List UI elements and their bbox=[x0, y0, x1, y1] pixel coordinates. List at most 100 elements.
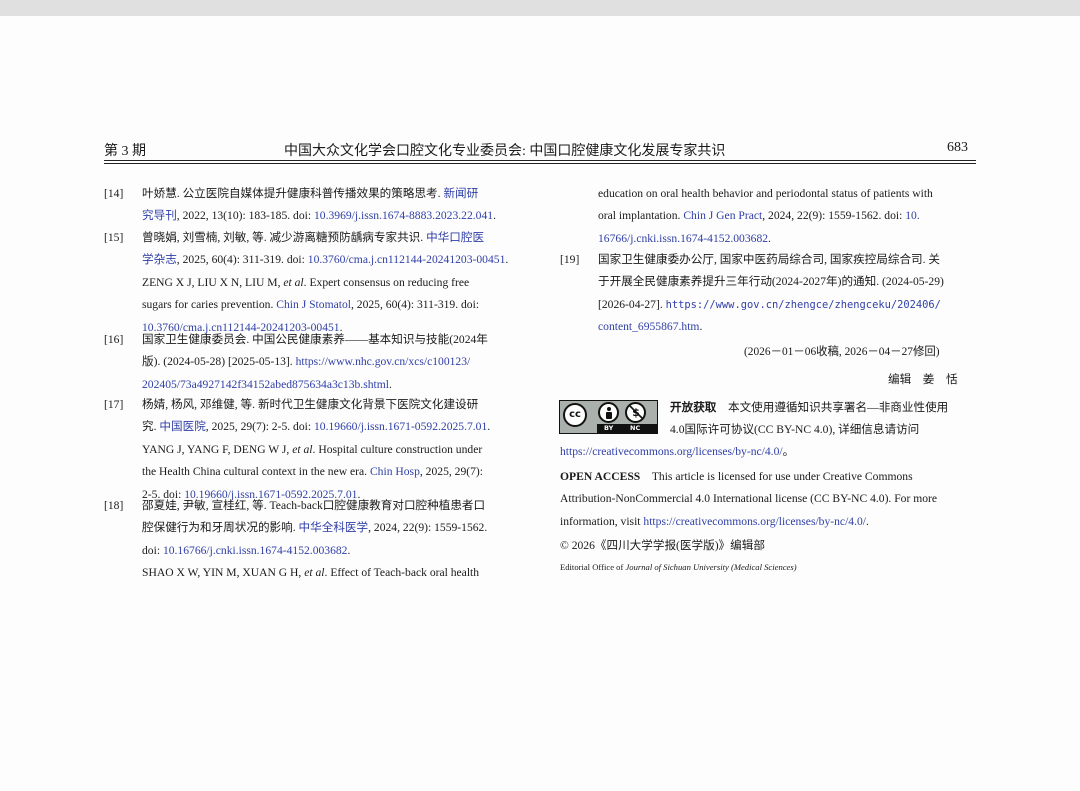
link-text[interactable]: https://creativecommons.org/licenses/by-… bbox=[643, 515, 866, 528]
text-span: Attribution-NonCommercial 4.0 Internatio… bbox=[560, 492, 938, 506]
reference-body: 杨婧, 杨风, 邓维健, 等. 新时代卫生健康文化背景下医院文化建设研究. 中国… bbox=[142, 394, 525, 506]
text-span: [2026-04-27]. bbox=[598, 297, 666, 311]
reference-body: 国家卫生健康委办公厅, 国家中医药局综合司, 国家疾控局综合司. 关于开展全民健… bbox=[598, 249, 980, 339]
text-span: . Expert consensus on reducing free bbox=[303, 275, 470, 289]
text-span: ZENG X J, LIU X N, LIU M, bbox=[142, 275, 284, 289]
text-span: et al bbox=[292, 442, 313, 456]
text-span: , 2025, 60(4): 311-319. doi: bbox=[350, 298, 480, 312]
text-span: 4.0国际许可协议(CC BY-NC 4.0), 详细信息请访问 bbox=[670, 423, 920, 437]
text-span: education on oral health behavior and pe… bbox=[598, 187, 933, 200]
text-line: https://creativecommons.org/licenses/by-… bbox=[560, 441, 980, 463]
reference-body: 叶娇慧. 公立医院自媒体提升健康科普传播效果的策略思考. 新闻研究导刊, 202… bbox=[142, 183, 525, 228]
link-text[interactable]: 10.3760/cma.j.cn112144-20241203-00451 bbox=[308, 253, 506, 266]
top-gray-bar bbox=[0, 0, 1080, 16]
link-text[interactable]: https://www.gov.cn/zhengce/zhengceku/202… bbox=[666, 299, 941, 311]
link-text[interactable]: 10.19660/j.issn.1671-0592.2025.7.01 bbox=[314, 420, 487, 433]
link-text[interactable]: 10.3969/j.issn.1674-8883.2023.22.041 bbox=[314, 209, 493, 222]
text-span: YANG J, YANG F, DENG W J, bbox=[142, 442, 293, 456]
cc-logo-icon: cc bbox=[563, 403, 587, 427]
open-access-english: OPEN ACCESS This article is licensed for… bbox=[560, 466, 980, 533]
header-rule-thick bbox=[104, 160, 976, 161]
text-span: 邵夏娃, 尹敏, 宣桂红, 等. Teach-back口腔健康教育对口腔种植患者… bbox=[142, 499, 486, 512]
text-span: 杨婧, 杨风, 邓维健, 等. 新时代卫生健康文化背景下医院文化建设研 bbox=[142, 398, 479, 411]
text-line: 叶娇慧. 公立医院自媒体提升健康科普传播效果的策略思考. 新闻研 bbox=[142, 183, 525, 205]
link-text[interactable]: Chin J Gen Pract bbox=[683, 209, 762, 222]
reference-number: [17] bbox=[104, 398, 124, 411]
text-span: . bbox=[768, 231, 771, 245]
text-line: ZENG X J, LIU X N, LIU M, et al. Expert … bbox=[142, 272, 525, 294]
text-span: et al bbox=[283, 275, 304, 289]
running-title: 中国大众文化学会口腔文化专业委员会: 中国口腔健康文化发展专家共识 bbox=[284, 144, 726, 159]
reference-continuation: education on oral health behavior and pe… bbox=[598, 183, 980, 250]
text-span: doi: bbox=[142, 543, 163, 557]
label-strong: OPEN ACCESS bbox=[560, 470, 641, 483]
text-line: OPEN ACCESS This article is licensed for… bbox=[560, 466, 980, 488]
text-span: . bbox=[388, 377, 392, 391]
link-text[interactable]: 16766/j.cnki.issn.1674-4152.003682 bbox=[598, 232, 768, 245]
header-rule-thin bbox=[104, 163, 976, 164]
text-span: 国家卫生健康委办公厅, 国家中医药局综合司, 国家疾控局综合司. 关 bbox=[598, 253, 941, 266]
text-line: 杨婧, 杨风, 邓维健, 等. 新时代卫生健康文化背景下医院文化建设研 bbox=[142, 394, 525, 416]
text-span: , 2024, 22(9): 1559-1562. bbox=[368, 521, 488, 535]
link-text[interactable]: 10. bbox=[905, 209, 920, 222]
link-text[interactable]: 10.16766/j.cnki.issn.1674-4152.003682 bbox=[163, 544, 348, 557]
link-text[interactable]: 中华全科医学 bbox=[299, 521, 369, 534]
link-text[interactable]: content_6955867.htm bbox=[598, 320, 699, 333]
by-label: BY bbox=[604, 424, 614, 432]
text-line: information, visit https://creativecommo… bbox=[560, 511, 980, 533]
text-span: . Effect of Teach-back oral health bbox=[324, 566, 480, 580]
text-span: . bbox=[347, 543, 351, 557]
cc-by-nc-badge: cc $ BY NC bbox=[559, 400, 658, 434]
text-line: 腔保健行为和牙周状况的影响. 中华全科医学, 2024, 22(9): 1559… bbox=[142, 517, 525, 539]
text-span: Editorial Office of bbox=[560, 562, 626, 572]
text-line: 曾晓娟, 刘雪楠, 刘敏, 等. 减少游离糖预防龋病专家共识. 中华口腔医 bbox=[142, 227, 525, 249]
text-span: sugars for caries prevention. bbox=[142, 298, 277, 312]
text-span: . bbox=[487, 420, 491, 434]
link-text[interactable]: 学杂志 bbox=[142, 253, 177, 266]
text-line: doi: 10.16766/j.cnki.issn.1674-4152.0036… bbox=[142, 540, 525, 562]
reference-number: [19] bbox=[560, 253, 580, 266]
text-line: [2026-04-27]. https://www.gov.cn/zhengce… bbox=[598, 294, 980, 316]
text-span: et al bbox=[304, 566, 325, 580]
editorial-office-text: Editorial Office of Journal of Sichuan U… bbox=[560, 562, 797, 572]
text-span: 本文使用遵循知识共享署名—非商业性使用 bbox=[716, 401, 949, 414]
link-text[interactable]: 202405/73a4927142f34152abed875634a3c13b.… bbox=[142, 378, 389, 391]
text-span: 曾晓娟, 刘雪楠, 刘敏, 等. 减少游离糖预防龋病专家共识. bbox=[142, 231, 427, 244]
text-span: . bbox=[866, 514, 869, 528]
text-line: 学杂志, 2025, 60(4): 311-319. doi: 10.3760/… bbox=[142, 249, 525, 271]
text-line: content_6955867.htm. bbox=[598, 316, 980, 338]
text-span: , 2025, 60(4): 311-319. doi: bbox=[176, 253, 308, 267]
text-line: oral implantation. Chin J Gen Pract, 202… bbox=[598, 205, 980, 227]
editorial-office-line: Editorial Office of Journal of Sichuan U… bbox=[560, 557, 980, 577]
text-span: SHAO X W, YIN M, XUAN G H, bbox=[142, 566, 305, 580]
text-line: education on oral health behavior and pe… bbox=[598, 183, 980, 205]
link-text[interactable]: 中华口腔医 bbox=[426, 231, 484, 244]
link-text[interactable]: Chin Hosp bbox=[370, 465, 420, 478]
link-text[interactable]: https://www.nhc.gov.cn/xcs/c100123/ bbox=[296, 355, 471, 368]
text-line: 邵夏娃, 尹敏, 宣桂红, 等. Teach-back口腔健康教育对口腔种植患者… bbox=[142, 495, 525, 517]
text-span: oral implantation. bbox=[598, 209, 684, 223]
text-line: 版). (2024-05-28) [2025-05-13]. https://w… bbox=[142, 351, 525, 373]
link-text[interactable]: 新闻研 bbox=[443, 187, 478, 200]
text-span: the Health China cultural context in the… bbox=[142, 465, 370, 479]
link-text[interactable]: 中国医院 bbox=[159, 420, 205, 433]
link-text[interactable]: Chin J Stomatol bbox=[276, 298, 351, 311]
text-span: 版). (2024-05-28) [2025-05-13]. bbox=[142, 355, 296, 369]
license-url-line: https://creativecommons.org/licenses/by-… bbox=[560, 441, 980, 463]
text-span: 叶娇慧. 公立医院自媒体提升健康科普传播效果的策略思考. bbox=[142, 187, 444, 200]
text-line: 究. 中国医院, 2025, 29(7): 2-5. doi: 10.19660… bbox=[142, 416, 525, 438]
reference-body: 国家卫生健康委员会. 中国公民健康素养——基本知识与技能(2024年 版). (2… bbox=[142, 329, 525, 396]
page-header: 第 3 期 中国大众文化学会口腔文化专业委员会: 中国口腔健康文化发展专家共识 … bbox=[104, 140, 976, 160]
text-span: , 2022, 13(10): 183-185. doi: bbox=[176, 209, 314, 223]
text-line: 4.0国际许可协议(CC BY-NC 4.0), 详细信息请访问 bbox=[670, 419, 980, 441]
editor-credit: 编辑 姜 恬 bbox=[888, 373, 958, 386]
reference-number: [18] bbox=[104, 499, 124, 512]
text-line: 于开展全民健康素养提升三年行动(2024-2027年)的通知. (2024-05… bbox=[598, 271, 980, 293]
link-text[interactable]: 究导刊 bbox=[142, 209, 177, 222]
text-line: 16766/j.cnki.issn.1674-4152.003682. bbox=[598, 228, 980, 250]
copyright-line: © 2026《四川大学学报(医学版)》编辑部 bbox=[560, 539, 765, 552]
text-line: 国家卫生健康委员会. 中国公民健康素养——基本知识与技能(2024年 bbox=[142, 329, 525, 351]
link-text[interactable]: https://creativecommons.org/licenses/by-… bbox=[560, 445, 783, 458]
text-span: , 2024, 22(9): 1559-1562. doi: bbox=[762, 209, 906, 223]
text-span: . bbox=[493, 209, 496, 223]
